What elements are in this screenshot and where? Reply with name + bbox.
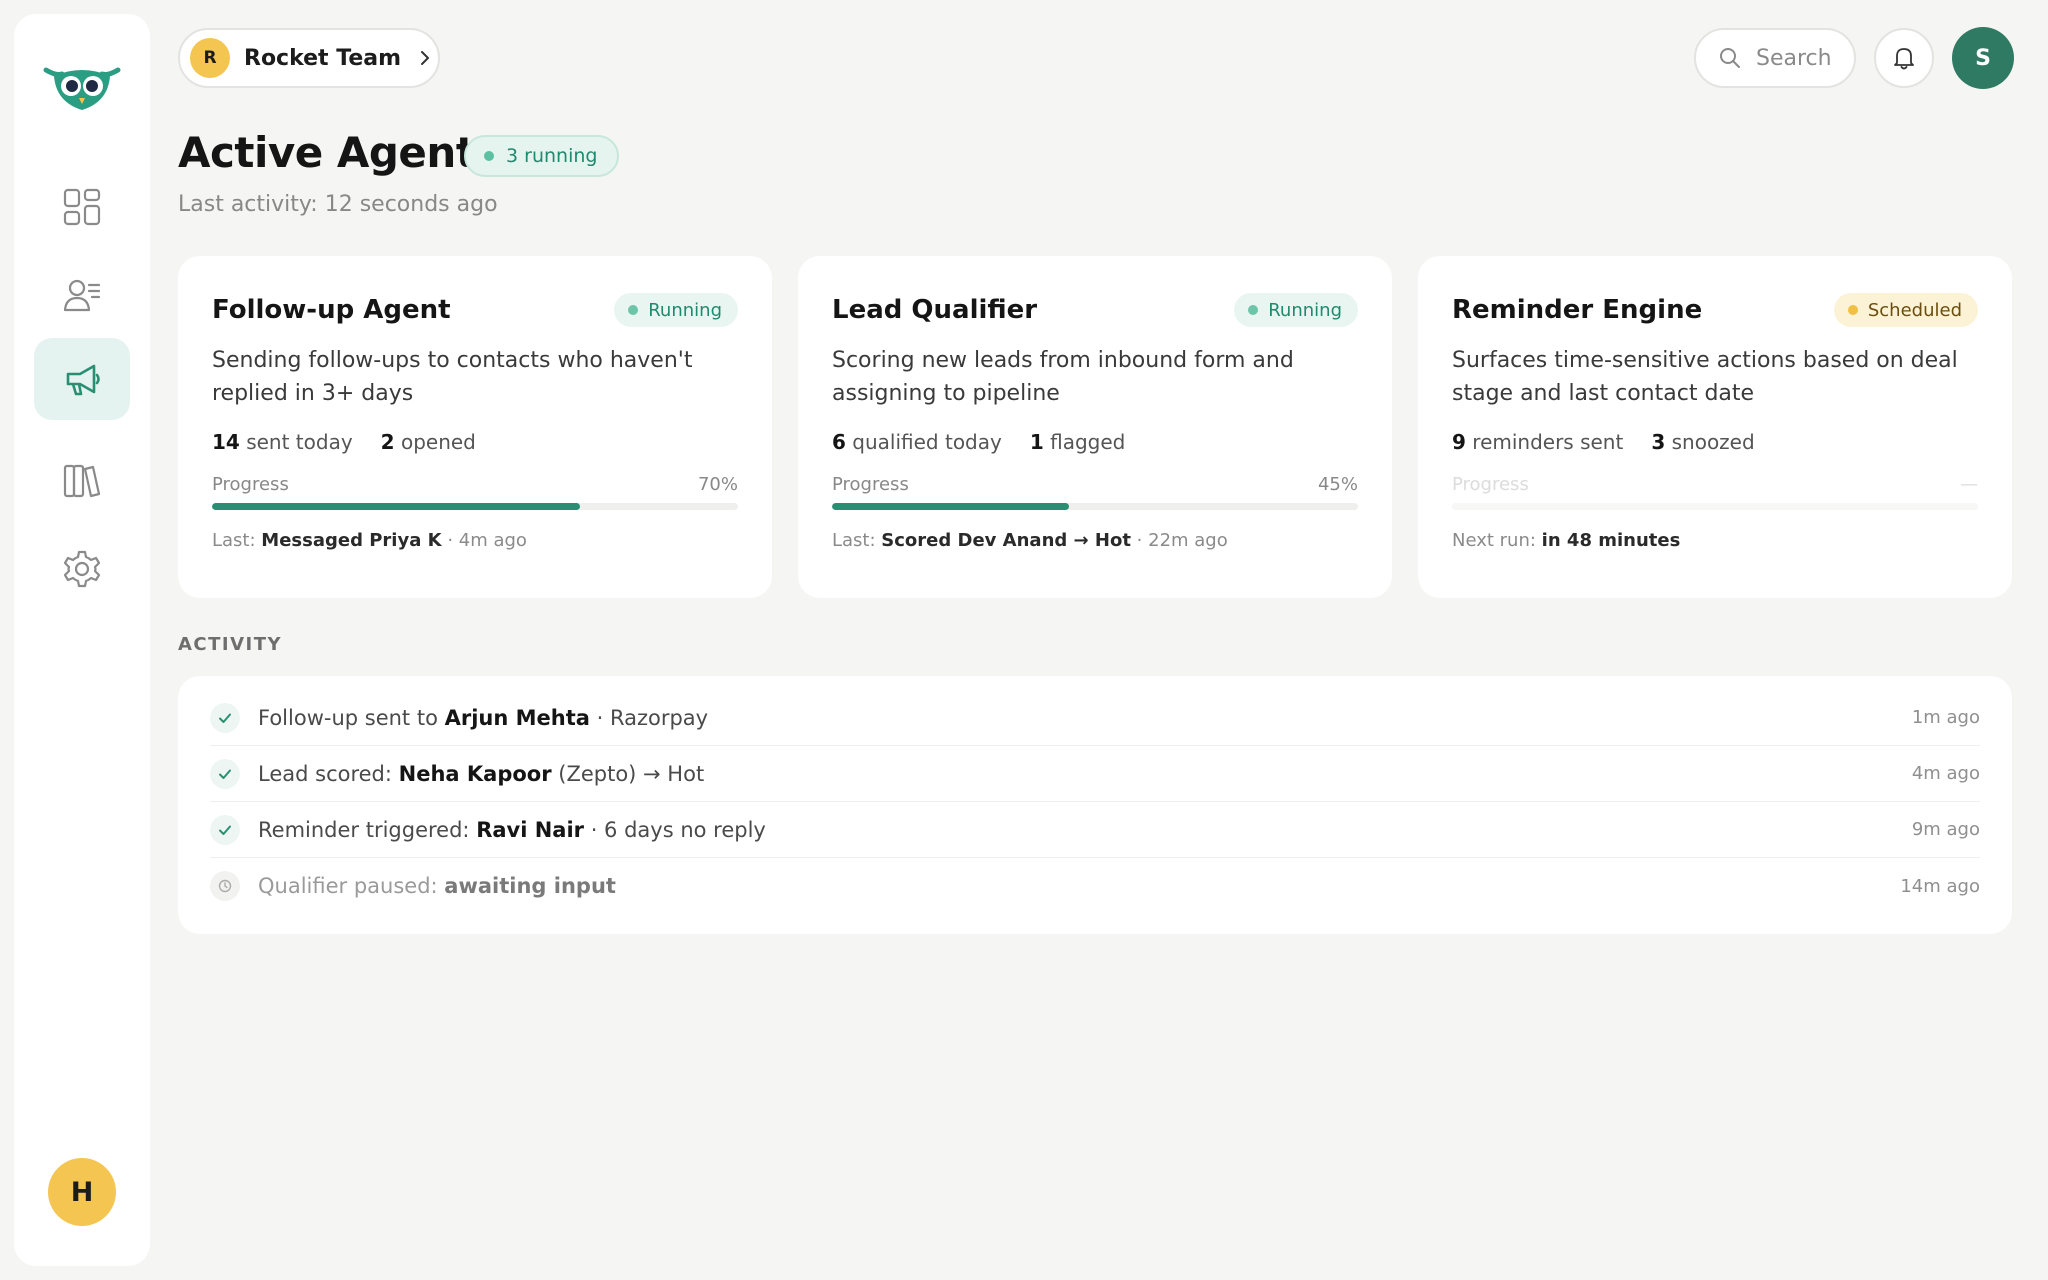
- progress-label: Progress: [1452, 474, 1529, 495]
- activity-row[interactable]: Follow-up sent to Arjun Mehta · Razorpay…: [210, 690, 1980, 746]
- status-label: Running: [1268, 300, 1342, 321]
- status-badge: Scheduled: [1834, 293, 1978, 327]
- notifications-button[interactable]: [1874, 28, 1934, 88]
- progress-fill: [212, 503, 580, 510]
- last-activity-text: Last activity: 12 seconds ago: [178, 192, 498, 217]
- sidebar-item-settings[interactable]: [34, 528, 130, 610]
- card-stats: 14 sent today 2 opened: [212, 430, 738, 454]
- activity-list: Follow-up sent to Arjun Mehta · Razorpay…: [178, 676, 2012, 934]
- progress-row: Progress 45%: [832, 474, 1358, 495]
- sidebar-item-library[interactable]: [34, 440, 130, 522]
- card-last-action: Last: Messaged Priya K · 4m ago: [212, 530, 738, 551]
- team-avatar: R: [190, 38, 230, 78]
- progress-value: 45%: [1318, 474, 1358, 495]
- status-badge: Running: [614, 293, 738, 327]
- owl-logo-icon[interactable]: [42, 50, 122, 120]
- grid-icon: [62, 187, 102, 227]
- running-count-badge: 3 running: [464, 135, 619, 177]
- activity-text: Qualifier paused: awaiting input: [258, 874, 616, 898]
- activity-time: 9m ago: [1912, 819, 1980, 840]
- status-label: Scheduled: [1868, 300, 1962, 321]
- check-icon: [210, 703, 240, 733]
- user-avatar[interactable]: H: [48, 1158, 116, 1226]
- search-placeholder: Search: [1756, 46, 1832, 71]
- check-icon: [210, 815, 240, 845]
- card-title: Lead Qualifier: [832, 295, 1037, 325]
- progress-fill: [832, 503, 1069, 510]
- stat-2: 3 snoozed: [1651, 430, 1754, 454]
- search-icon: [1718, 46, 1742, 70]
- contacts-icon: [62, 275, 102, 315]
- progress-value: —: [1960, 474, 1978, 495]
- megaphone-icon: [62, 359, 102, 399]
- agent-card-lead-qualifier[interactable]: Lead Qualifier Running Scoring new leads…: [798, 256, 1392, 598]
- stat-2: 2 opened: [381, 430, 476, 454]
- agent-card-follow-up[interactable]: Follow-up Agent Running Sending follow-u…: [178, 256, 772, 598]
- running-count-label: 3 running: [506, 145, 597, 167]
- stat-1: 6 qualified today: [832, 430, 1002, 454]
- activity-time: 4m ago: [1912, 763, 1980, 784]
- progress-row: Progress 70%: [212, 474, 738, 495]
- status-dot: [1248, 305, 1258, 315]
- activity-row[interactable]: Lead scored: Neha Kapoor (Zepto) → Hot 4…: [210, 746, 1980, 802]
- card-title: Follow-up Agent: [212, 295, 451, 325]
- profile-avatar[interactable]: S: [1952, 27, 2014, 89]
- activity-row[interactable]: Reminder triggered: Ravi Nair · 6 days n…: [210, 802, 1980, 858]
- card-next-run: Next run: in 48 minutes: [1452, 530, 1978, 551]
- progress-bar: [832, 503, 1358, 510]
- status-dot: [628, 305, 638, 315]
- progress-row: Progress —: [1452, 474, 1978, 495]
- progress-value: 70%: [698, 474, 738, 495]
- page-title: Active Agents: [178, 128, 500, 177]
- progress-bar: [1452, 503, 1978, 510]
- card-title: Reminder Engine: [1452, 295, 1702, 325]
- sidebar-item-contacts[interactable]: [34, 254, 130, 336]
- card-stats: 9 reminders sent 3 snoozed: [1452, 430, 1978, 454]
- progress-bar: [212, 503, 738, 510]
- sidebar-item-agents[interactable]: [34, 338, 130, 420]
- status-dot: [484, 151, 494, 161]
- team-switcher[interactable]: R Rocket Team: [178, 28, 440, 88]
- stat-1: 14 sent today: [212, 430, 353, 454]
- sidebar-item-dashboard[interactable]: [34, 166, 130, 248]
- card-last-action: Last: Scored Dev Anand → Hot · 22m ago: [832, 530, 1358, 551]
- books-icon: [62, 461, 102, 501]
- activity-text: Follow-up sent to Arjun Mehta · Razorpay: [258, 706, 708, 730]
- activity-time: 14m ago: [1900, 876, 1980, 897]
- card-description: Scoring new leads from inbound form and …: [832, 344, 1358, 410]
- chevron-right-icon: [417, 50, 433, 66]
- card-description: Sending follow-ups to contacts who haven…: [212, 344, 738, 410]
- clock-icon: [210, 871, 240, 901]
- bell-icon: [1891, 45, 1917, 71]
- progress-label: Progress: [212, 474, 289, 495]
- card-stats: 6 qualified today 1 flagged: [832, 430, 1358, 454]
- check-icon: [210, 759, 240, 789]
- status-badge: Running: [1234, 293, 1358, 327]
- activity-text: Lead scored: Neha Kapoor (Zepto) → Hot: [258, 762, 704, 786]
- progress-label: Progress: [832, 474, 909, 495]
- activity-section-label: ACTIVITY: [178, 634, 282, 655]
- sidebar: H: [14, 14, 150, 1266]
- team-name: Rocket Team: [244, 46, 401, 71]
- gear-icon: [62, 549, 102, 589]
- status-label: Running: [648, 300, 722, 321]
- card-description: Surfaces time-sensitive actions based on…: [1452, 344, 1978, 410]
- activity-time: 1m ago: [1912, 707, 1980, 728]
- activity-row[interactable]: Qualifier paused: awaiting input 14m ago: [210, 858, 1980, 914]
- activity-text: Reminder triggered: Ravi Nair · 6 days n…: [258, 818, 766, 842]
- stat-2: 1 flagged: [1030, 430, 1126, 454]
- agent-card-reminder-engine[interactable]: Reminder Engine Scheduled Surfaces time-…: [1418, 256, 2012, 598]
- status-dot: [1848, 305, 1858, 315]
- stat-1: 9 reminders sent: [1452, 430, 1623, 454]
- search-button[interactable]: Search: [1694, 28, 1856, 88]
